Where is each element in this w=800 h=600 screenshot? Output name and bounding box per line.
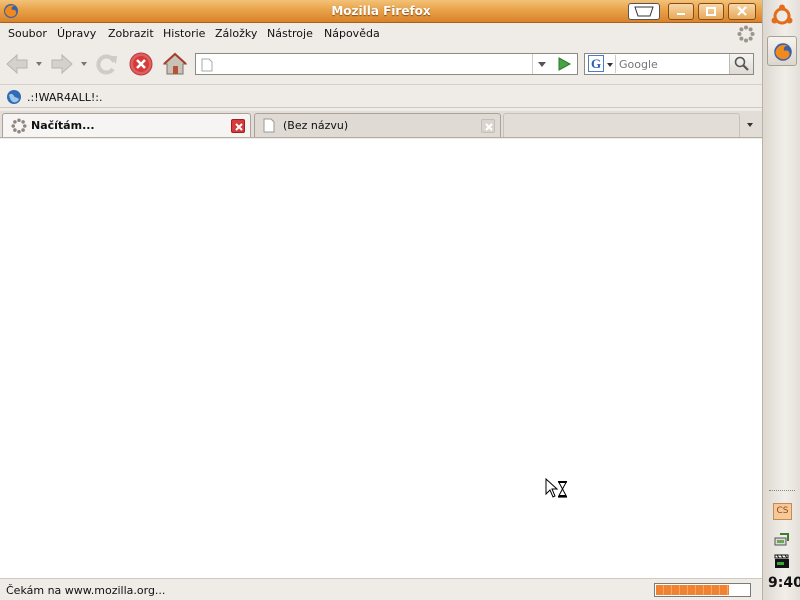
ubuntu-icon[interactable] [770,4,794,31]
network-icon[interactable] [774,532,790,551]
clapper-icon[interactable] [774,553,790,572]
search-bar: G [584,53,754,75]
forward-icon [51,53,73,75]
throbber-icon [11,118,27,137]
url-bar[interactable] [195,53,578,75]
close-tab-button[interactable] [481,119,495,133]
status-text: Čekám na www.mozilla.org... [6,584,166,597]
keyboard-layout-indicator[interactable]: CS [773,503,792,520]
bookmark-label: .:!WAR4ALL!:. [27,91,103,104]
tab-list-button[interactable] [741,114,759,136]
tab-strip: Načítám... (Bez názvu) [0,111,762,138]
tab-label: Načítám... [31,119,95,132]
page-icon [263,118,275,136]
go-icon [558,57,572,71]
maximize-button[interactable] [698,3,724,20]
url-input[interactable] [218,56,528,72]
progress-fill [656,585,729,595]
bookmarks-toolbar: .:!WAR4ALL!:. [0,86,762,108]
menu-historie[interactable]: Historie [163,27,205,40]
close-icon [485,123,493,131]
page-icon [201,58,213,75]
back-button[interactable] [4,51,30,77]
close-icon [235,123,243,131]
stop-button[interactable] [128,51,154,77]
tab-strip-empty-area [503,113,740,137]
firefox-icon [774,43,792,61]
tab-label: (Bez názvu) [283,119,349,132]
minimize-button[interactable] [668,3,694,20]
window-special-button[interactable] [628,3,660,20]
back-dropdown-icon[interactable] [36,62,42,66]
menu-upravy[interactable]: Úpravy [57,27,96,40]
menu-zobrazit[interactable]: Zobrazit [108,27,154,40]
search-icon [734,56,749,71]
forward-dropdown-icon[interactable] [81,62,87,66]
firefox-window: Mozilla Firefox Soubor Úpravy Zobrazit H… [0,0,762,600]
reload-icon [96,54,117,75]
navigation-toolbar: G [0,45,762,85]
title-bar: Mozilla Firefox [0,0,762,23]
globe-icon [7,90,21,104]
menu-nastroje[interactable]: Nástroje [267,27,313,40]
url-history-dropdown[interactable] [532,54,550,74]
reload-button[interactable] [94,51,120,77]
status-bar: Čekám na www.mozilla.org... [0,578,762,600]
close-tab-button[interactable] [231,119,245,133]
taskbar-firefox-button[interactable] [767,36,797,66]
side-panel: CS 9:40 [762,0,800,600]
menu-bar: Soubor Úpravy Zobrazit Historie Záložky … [0,23,762,45]
search-engine-button[interactable]: G [586,55,616,73]
search-button[interactable] [729,54,753,74]
tab-untitled[interactable]: (Bez názvu) [254,113,501,137]
progress-bar [654,583,751,597]
go-button[interactable] [551,54,577,74]
hourglass-cursor-icon [545,477,569,503]
menu-zalozky[interactable]: Záložky [215,27,257,40]
menu-napoveda[interactable]: Nápověda [324,27,380,40]
close-window-button[interactable] [728,3,756,20]
home-button[interactable] [162,51,188,77]
forward-button[interactable] [49,51,75,77]
menu-soubor[interactable]: Soubor [8,27,47,40]
panel-grip[interactable] [769,490,795,492]
page-content[interactable] [0,139,762,578]
throbber-icon [737,25,755,46]
home-icon [162,52,188,75]
bookmark-item[interactable]: .:!WAR4ALL!:. [6,89,102,106]
clock[interactable]: 9:40 [768,575,800,591]
stop-icon [129,52,153,76]
tab-loading[interactable]: Načítám... [2,113,251,137]
back-icon [6,53,28,75]
search-input[interactable] [619,56,725,72]
google-icon: G [588,55,604,72]
